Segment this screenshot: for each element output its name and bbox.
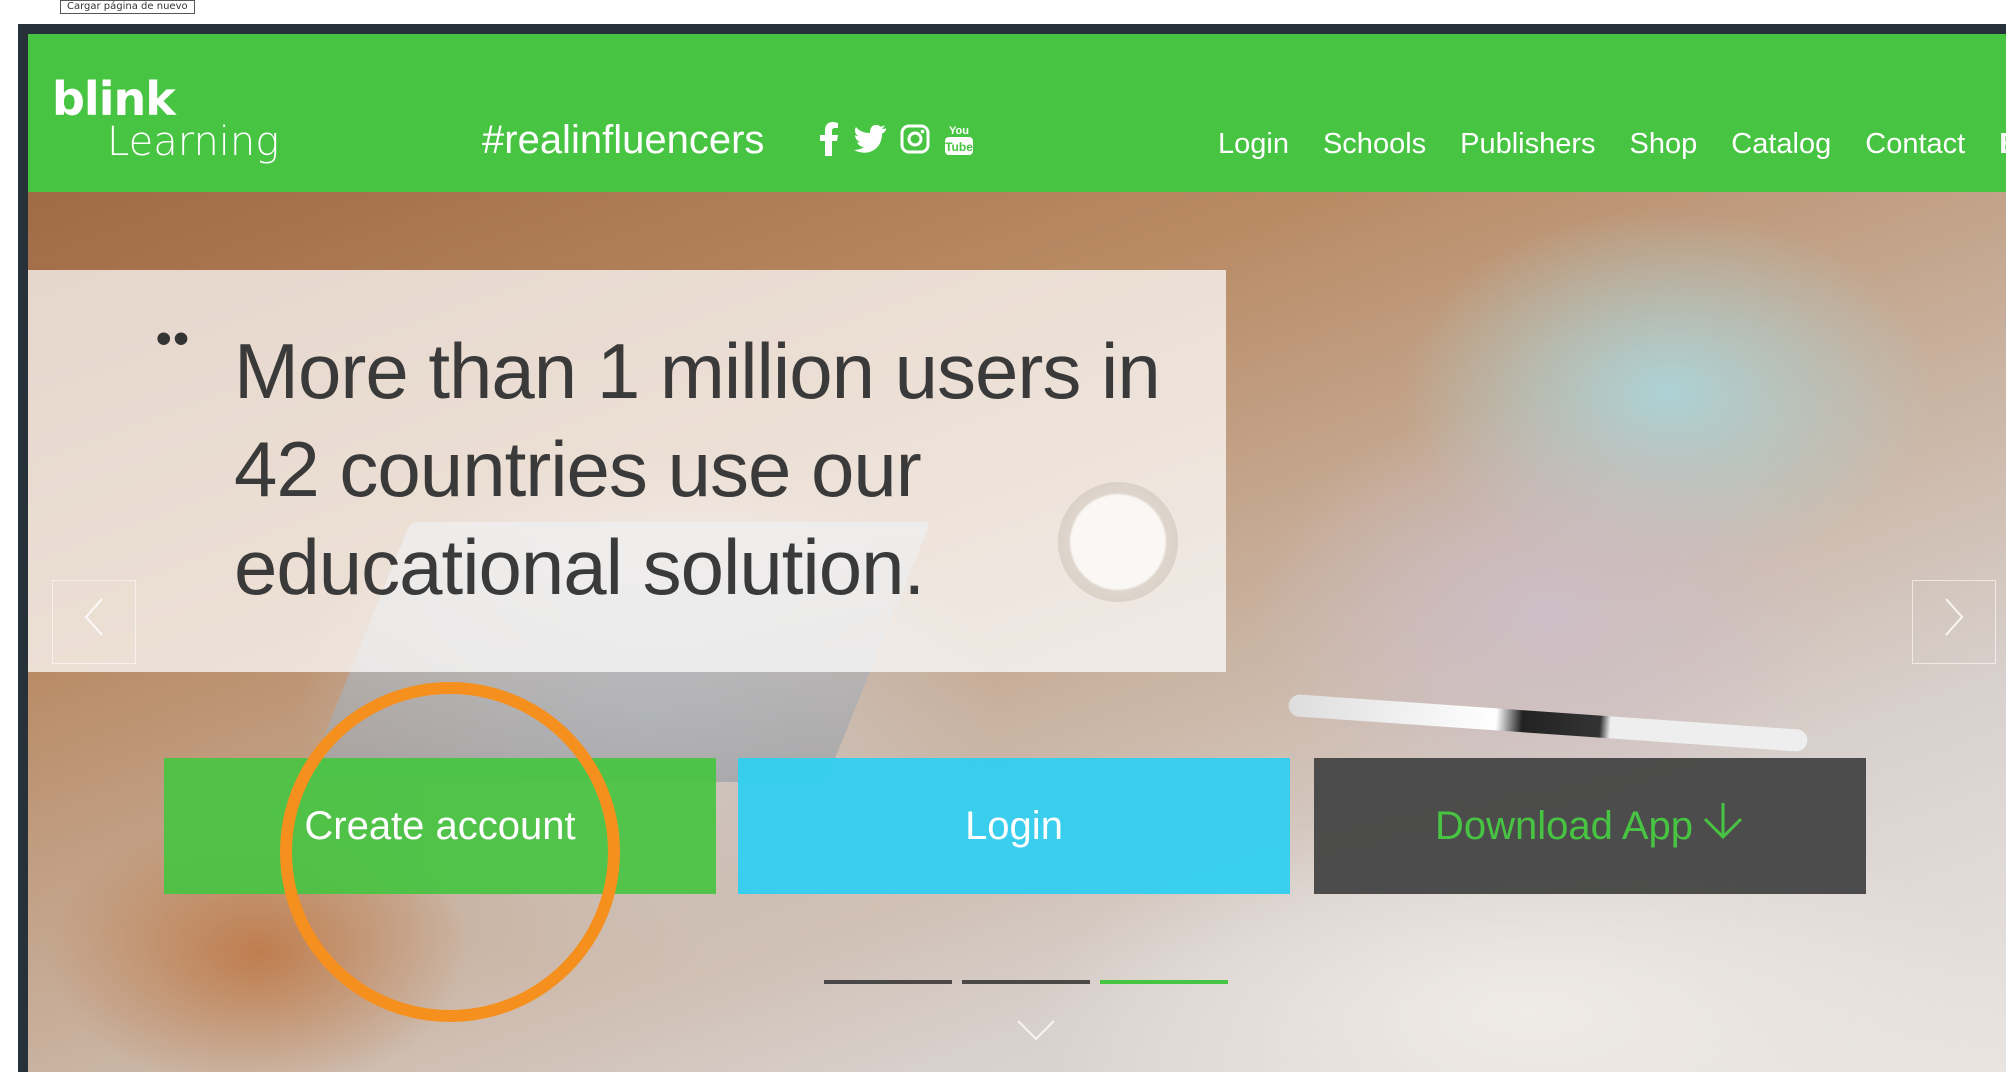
login-button[interactable]: Login	[738, 758, 1290, 894]
logo-wordmark-top: blink	[52, 72, 176, 126]
instagram-icon[interactable]	[900, 124, 930, 159]
nav-shop[interactable]: Shop	[1630, 126, 1698, 162]
twitter-icon[interactable]	[854, 124, 886, 158]
nav-contact[interactable]: Contact	[1865, 126, 1965, 162]
scroll-down-icon[interactable]	[1016, 1010, 1056, 1052]
nav-login[interactable]: Login	[1218, 126, 1289, 162]
create-account-label: Create account	[304, 803, 576, 848]
svg-text:You: You	[949, 125, 969, 137]
create-account-button[interactable]: Create account	[164, 758, 716, 894]
nav-schools[interactable]: Schools	[1323, 126, 1426, 162]
login-label: Login	[965, 803, 1063, 848]
nav-catalog[interactable]: Catalog	[1731, 126, 1831, 162]
hero-quote: More than 1 million users in 42 countrie…	[234, 327, 1161, 611]
quote-panel: •• More than 1 million users in 42 count…	[28, 270, 1226, 672]
carousel-next-button[interactable]	[1912, 580, 1996, 664]
slide-indicator-2[interactable]	[962, 980, 1090, 984]
hashtag-link[interactable]: #realinfluencers	[482, 118, 764, 162]
blink-learning-logo[interactable]: blink Learning	[52, 76, 279, 162]
page-viewport: blink Learning #realinfluencers You Tube	[28, 34, 2006, 1072]
hero-pen-image	[1287, 693, 1809, 753]
chevron-right-icon	[1942, 597, 1966, 647]
reload-tooltip: Cargar página de nuevo	[60, 0, 195, 14]
hero-carousel: •• More than 1 million users in 42 count…	[28, 192, 2006, 1072]
nav-publishers[interactable]: Publishers	[1460, 126, 1595, 162]
download-app-label: Download App	[1435, 803, 1693, 848]
slide-indicators	[824, 980, 1228, 984]
language-label: EN	[1999, 128, 2006, 161]
logo-wordmark-bottom: Learning	[107, 119, 280, 165]
facebook-icon[interactable]	[818, 122, 840, 161]
browser-frame: blink Learning #realinfluencers You Tube	[18, 24, 2006, 1072]
social-links: You Tube	[818, 122, 974, 161]
arrow-down-icon	[1701, 801, 1745, 851]
quote-mark-icon: ••	[156, 314, 191, 363]
youtube-icon[interactable]: You Tube	[944, 122, 974, 161]
slide-indicator-1[interactable]	[824, 980, 952, 984]
carousel-prev-button[interactable]	[52, 580, 136, 664]
chevron-left-icon	[82, 597, 106, 647]
slide-indicator-3[interactable]	[1100, 980, 1228, 984]
download-app-button[interactable]: Download App	[1314, 758, 1866, 894]
svg-text:Tube: Tube	[945, 140, 973, 154]
main-nav: Login Schools Publishers Shop Catalog Co…	[1218, 126, 2006, 162]
language-selector[interactable]: EN	[1999, 128, 2006, 161]
site-header: blink Learning #realinfluencers You Tube	[28, 34, 2006, 192]
